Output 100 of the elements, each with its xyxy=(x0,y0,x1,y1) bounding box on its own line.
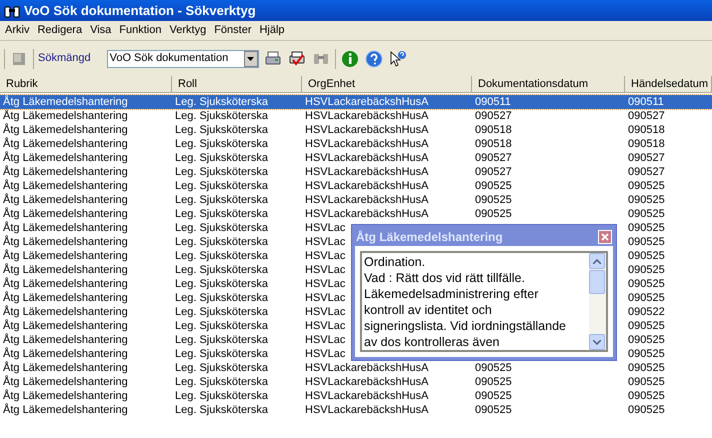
popup-title: Åtg Läkemedelshantering xyxy=(356,229,503,246)
table-cell: HSVLackarebäckshHusA xyxy=(305,390,429,402)
menu-item[interactable]: Hjälp xyxy=(255,22,289,39)
table-cell: 090525 xyxy=(628,222,665,234)
table-cell: 090525 xyxy=(628,390,665,402)
table-cell: HSVLac xyxy=(305,222,346,234)
table-cell: Åtg Läkemedelshantering xyxy=(3,264,128,276)
table-cell: 090527 xyxy=(475,152,512,164)
menu-item[interactable]: Funktion xyxy=(115,22,166,39)
table-cell: Leg. Sjuksköterska xyxy=(175,334,268,346)
table-cell: HSVLac xyxy=(305,264,346,276)
table-cell: Åtg Läkemedelshantering xyxy=(3,320,128,332)
table-cell: 090525 xyxy=(628,362,665,374)
info-icon[interactable] xyxy=(340,48,360,68)
menu-item[interactable]: Arkiv xyxy=(1,22,34,39)
table-cell: HSVLackarebäckshHusA xyxy=(305,362,429,374)
scroll-down-icon xyxy=(593,340,601,344)
table-cell: Leg. Sjuksköterska xyxy=(175,404,268,416)
table-cell: 090525 xyxy=(628,264,665,276)
table-cell: HSVLac xyxy=(305,278,346,290)
table-cell: Leg. Sjuksköterska xyxy=(175,306,268,318)
table-cell: HSVLac xyxy=(305,334,346,346)
table-cell: HSVLackarebäckshHusA xyxy=(305,208,429,220)
column-header[interactable]: Händelsedatum xyxy=(625,76,712,92)
column-header[interactable]: Rubrik xyxy=(0,76,172,92)
table-cell: Leg. Sjuksköterska xyxy=(175,390,268,402)
table-cell: HSVLac xyxy=(305,292,346,304)
table-cell: 090525 xyxy=(628,292,665,304)
table-cell: Åtg Läkemedelshantering xyxy=(3,96,128,108)
menu-item[interactable]: Redigera xyxy=(33,22,86,39)
table-cell: 090525 xyxy=(475,362,512,374)
table-cell: Åtg Läkemedelshantering xyxy=(3,250,128,262)
scroll-thumb[interactable] xyxy=(589,270,605,294)
description-text: Ordination. Vad : Rätt dos vid rätt tillfälle. Läkemedelsadministrering efter kontroll av identitet och signeringslista. Vid iordningställande av dos kontrolleras även xyxy=(363,254,567,350)
table-cell: 090525 xyxy=(628,236,665,248)
table-cell: Åtg Läkemedelshantering xyxy=(3,208,128,220)
column-header[interactable]: Dokumentationsdatum xyxy=(472,76,625,92)
close-icon xyxy=(601,233,609,241)
scroll-up-icon xyxy=(593,258,601,264)
table-cell: HSVLac xyxy=(305,306,346,318)
table-cell: HSVLac xyxy=(305,348,346,360)
table-cell: Leg. Sjuksköterska xyxy=(175,320,268,332)
table-cell: Leg. Sjuksköterska xyxy=(175,222,268,234)
menu-item[interactable]: Verktyg xyxy=(166,22,210,39)
toolbar-label: Sökmängd xyxy=(38,51,91,66)
table-cell: HSVLackarebäckshHusA xyxy=(305,152,429,164)
table-cell: Leg. Sjuksköterska xyxy=(175,236,268,248)
table-cell: Leg. Sjuksköterska xyxy=(175,194,268,206)
table-cell: 090525 xyxy=(628,334,665,346)
vertical-scrollbar[interactable] xyxy=(589,253,606,350)
table-cell: Åtg Läkemedelshantering xyxy=(3,138,128,150)
print-check-icon[interactable] xyxy=(286,48,307,68)
table-cell: Leg. Sjuksköterska xyxy=(175,278,268,290)
table-cell: 090511 xyxy=(475,96,511,108)
table-cell: Åtg Läkemedelshantering xyxy=(3,306,128,318)
table-cell: Leg. Sjuksköterska xyxy=(175,180,268,192)
table-cell: Åtg Läkemedelshantering xyxy=(3,236,128,248)
description-text-area[interactable]: Ordination. Vad : Rätt dos vid rätt tillfälle. Läkemedelsadministrering efter kontroll av identitet och signeringslista. Vid iordningställande av dos kontrolleras även xyxy=(360,251,608,352)
table-cell: 090525 xyxy=(628,320,665,332)
search-set-dropdown[interactable]: VoO Sök dokumentation xyxy=(106,50,259,68)
table-cell: Leg. Sjuksköterska xyxy=(175,110,268,122)
table-cell: Leg. Sjuksköterska xyxy=(175,264,268,276)
column-header[interactable]: Roll xyxy=(172,76,302,92)
binoculars-icon xyxy=(4,4,20,18)
table-cell: Leg. Sjuksköterska xyxy=(175,138,268,150)
table-cell: Leg. Sjuksköterska xyxy=(175,208,268,220)
table-cell: Åtg Läkemedelshantering xyxy=(3,292,128,304)
table-cell: Åtg Läkemedelshantering xyxy=(3,110,128,122)
table-cell: 090525 xyxy=(475,208,512,220)
table-cell: 090525 xyxy=(628,250,665,262)
table-cell: 090527 xyxy=(628,152,665,164)
table-cell: Leg. Sjuksköterska xyxy=(175,124,268,136)
table-cell: 090525 xyxy=(475,390,512,402)
table-cell: 090525 xyxy=(475,404,512,416)
table-cell: 090511 xyxy=(628,96,664,108)
table-cell: Åtg Läkemedelshantering xyxy=(3,278,128,290)
help-icon[interactable] xyxy=(364,48,384,68)
table-cell: Åtg Läkemedelshantering xyxy=(3,166,128,178)
table-cell: HSVLac xyxy=(305,236,346,248)
table-cell: Åtg Läkemedelshantering xyxy=(3,152,128,164)
table-cell: HSVLackarebäckshHusA xyxy=(305,124,429,136)
close-button[interactable] xyxy=(598,230,612,244)
table-cell: Åtg Läkemedelshantering xyxy=(3,362,128,374)
table-cell: Leg. Sjuksköterska xyxy=(175,96,268,108)
table-cell: Leg. Sjuksköterska xyxy=(175,152,268,164)
table-cell: Leg. Sjuksköterska xyxy=(175,250,268,262)
menu-item[interactable]: Fönster xyxy=(210,22,256,39)
column-header[interactable]: OrgEnhet xyxy=(302,76,472,92)
table-cell: 090527 xyxy=(475,110,512,122)
table-cell: Åtg Läkemedelshantering xyxy=(3,390,128,402)
pointer-help-icon[interactable] xyxy=(388,48,408,68)
table-cell: 090518 xyxy=(628,124,665,136)
table-cell: Leg. Sjuksköterska xyxy=(175,292,268,304)
table-cell: HSVLackarebäckshHusA xyxy=(305,180,429,192)
table-cell: HSVLackarebäckshHusA xyxy=(305,96,429,108)
table-cell: 090525 xyxy=(628,376,665,388)
table-cell: 090525 xyxy=(628,194,665,206)
table-cell: 090527 xyxy=(475,166,512,178)
table-cell: Leg. Sjuksköterska xyxy=(175,376,268,388)
menu-item[interactable]: Visa xyxy=(86,22,116,39)
